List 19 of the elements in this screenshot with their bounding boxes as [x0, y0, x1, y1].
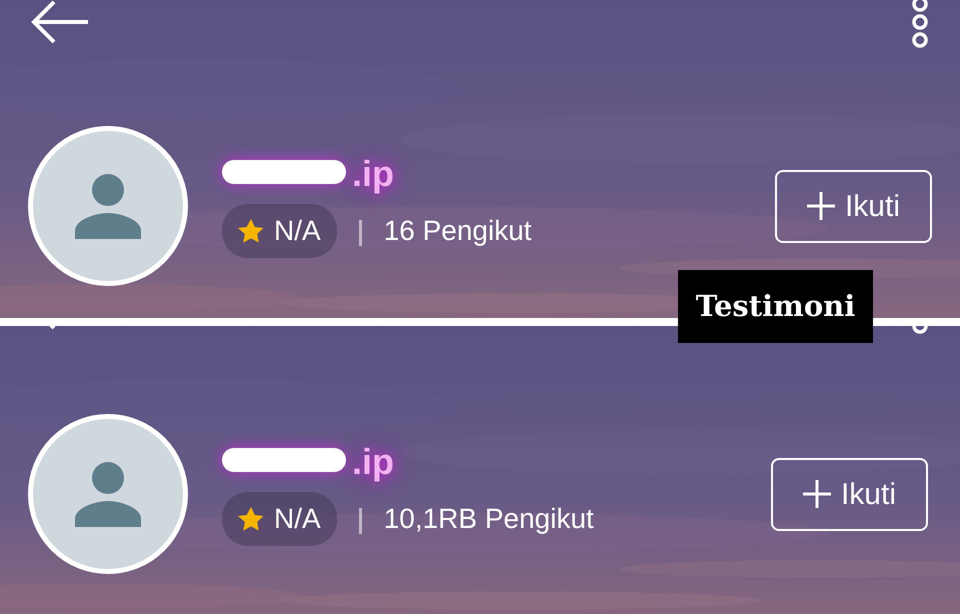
username: .ip	[222, 154, 532, 194]
plus-icon	[802, 480, 831, 508]
person-icon	[75, 173, 141, 239]
star-icon	[238, 506, 264, 532]
follow-button[interactable]: Ikuti	[774, 170, 932, 242]
rating-text: N/A	[274, 214, 321, 248]
divider-line	[358, 220, 362, 246]
caption-label: Testimoni	[678, 270, 873, 343]
more-icon[interactable]	[910, 0, 930, 48]
plus-icon	[806, 192, 835, 220]
follow-button[interactable]: Ikuti	[770, 458, 928, 530]
follower-count: 16 Pengikut	[384, 214, 532, 248]
rating-text: N/A	[274, 502, 321, 536]
follower-count: 10,1RB Pengikut	[384, 502, 594, 536]
back-arrow-icon[interactable]	[30, 0, 90, 44]
star-icon	[238, 218, 264, 244]
person-icon	[75, 461, 141, 527]
username: .ip	[222, 442, 594, 482]
divider-line	[358, 508, 362, 534]
